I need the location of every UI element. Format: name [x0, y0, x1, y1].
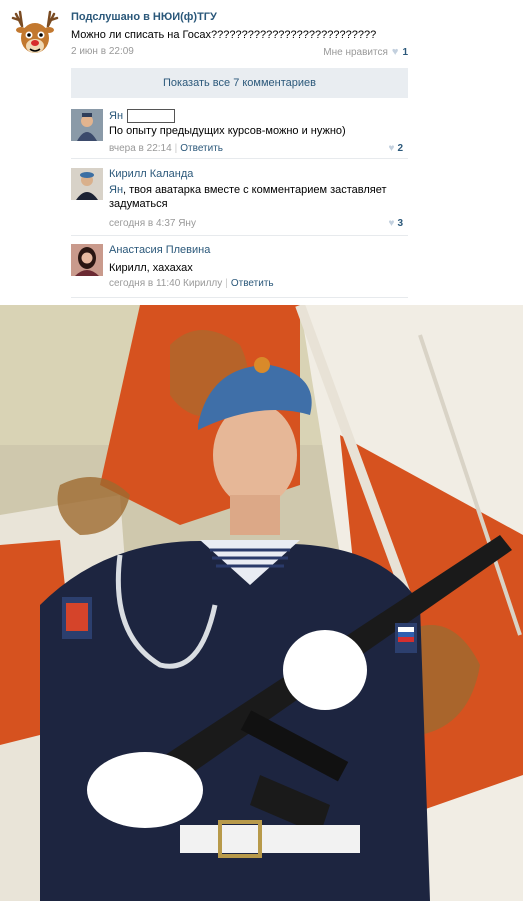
- comment-meta: вчера в 22:14 | Ответить: [109, 143, 223, 154]
- like-count: 3: [397, 218, 403, 229]
- show-all-comments-button[interactable]: Показать все 7 комментариев: [71, 68, 408, 98]
- avatar[interactable]: [71, 168, 103, 200]
- comment-like-button[interactable]: ♥ 2: [389, 143, 404, 154]
- reply-link[interactable]: Ответить: [231, 278, 274, 289]
- avatar[interactable]: [71, 109, 103, 141]
- post-title[interactable]: Подслушано в НЮИ(ф)ТГУ: [71, 11, 217, 23]
- comment-text: По опыту предыдущих курсов-можно и нужно…: [109, 125, 346, 137]
- comment-body: , твоя аватарка вместе с комментарием за…: [109, 184, 387, 210]
- separator: |: [174, 143, 178, 154]
- post: Подслушано в НЮИ(ф)ТГУ Можно ли списать …: [0, 0, 523, 305]
- like-count: 2: [397, 143, 403, 154]
- like-button[interactable]: Мне нравится ♥ 1: [323, 46, 408, 58]
- comment-author[interactable]: Ян: [109, 109, 176, 123]
- comment-meta: сегодня в 11:40 Кириллу | Ответить: [109, 278, 274, 289]
- post-date[interactable]: 2 июн в 22:09: [71, 46, 134, 57]
- heart-icon: ♥: [388, 143, 395, 154]
- comment-text: Кирилл, хахахах: [109, 262, 193, 274]
- author-name[interactable]: Ян: [109, 110, 123, 122]
- like-count: 1: [402, 46, 408, 58]
- comment-date[interactable]: сегодня в 11:40 Кириллу: [109, 278, 222, 289]
- separator: |: [225, 278, 228, 289]
- redacted-box: [127, 109, 176, 123]
- heart-icon: ♥: [388, 218, 395, 229]
- like-label: Мне нравится: [323, 46, 388, 58]
- heart-icon: ♥: [391, 46, 399, 58]
- attached-photo[interactable]: [0, 305, 523, 901]
- mention-link[interactable]: Ян: [109, 184, 123, 196]
- comment-date[interactable]: сегодня в 4:37 Яну: [109, 218, 196, 229]
- comment-item: Анастасия Плевина Кирилл, хахахах сегодн…: [71, 244, 408, 298]
- post-text: Можно ли списать на Госах???????????????…: [71, 29, 377, 41]
- comment-author[interactable]: Анастасия Плевина: [109, 244, 210, 256]
- comment-text: Ян, твоя аватарка вместе с комментарием …: [109, 183, 399, 211]
- avatar[interactable]: [71, 244, 103, 276]
- comment-date[interactable]: вчера в 22:14: [109, 143, 172, 154]
- reply-link[interactable]: Ответить: [180, 143, 223, 154]
- comment-author[interactable]: Кирилл Каланда: [109, 168, 193, 180]
- comment-item: Кирилл Каланда Ян, твоя аватарка вместе …: [71, 168, 408, 236]
- comment-like-button[interactable]: ♥ 3: [389, 218, 404, 229]
- deer-icon[interactable]: [10, 8, 60, 58]
- comment-item: Ян По опыту предыдущих курсов-можно и ну…: [71, 109, 408, 159]
